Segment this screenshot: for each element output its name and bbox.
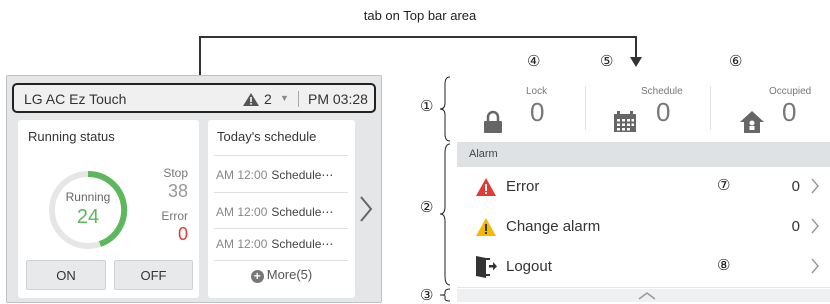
menu-item-error[interactable]: Error 0 <box>457 167 830 208</box>
menu-item-change-alarm[interactable]: Change alarm 0 <box>457 207 830 248</box>
alarm-count: 2 <box>264 91 272 107</box>
lock-value: 0 <box>530 97 545 127</box>
more-link[interactable]: + More(5) <box>208 267 355 283</box>
error-value: 0 <box>177 224 188 244</box>
brace-bracket <box>439 288 451 302</box>
arrow-down-icon <box>630 57 642 67</box>
callout-number: ④ <box>527 53 541 70</box>
connector-line <box>199 36 637 38</box>
menu-item-label: Logout <box>506 258 552 275</box>
callout-number: ③ <box>420 287 434 304</box>
menu-item-logout[interactable]: Logout <box>457 247 830 288</box>
home-icon <box>740 111 764 133</box>
menu-item-label: Change alarm <box>506 218 601 235</box>
card-title: Running status <box>28 129 115 144</box>
callout-number: ① <box>420 98 434 115</box>
menu-item-label: Error <box>506 178 540 195</box>
occupied-label: Occupied <box>769 86 812 97</box>
chevron-right-icon <box>811 178 819 194</box>
divider <box>214 228 348 229</box>
warning-icon <box>476 218 496 236</box>
stop-value: 38 <box>167 181 188 201</box>
callout-number: ⑧ <box>717 257 731 274</box>
callout-number: ⑥ <box>729 53 743 70</box>
alarm-section-header: Alarm <box>457 143 830 167</box>
running-value: 24 <box>76 206 100 228</box>
chevron-right-icon[interactable] <box>358 194 374 224</box>
clock: PM 03:28 <box>308 91 368 107</box>
error-label: Error <box>161 209 188 223</box>
divider <box>214 260 348 261</box>
divider <box>585 86 586 130</box>
connector-line <box>635 36 637 58</box>
plus-icon: + <box>250 270 264 283</box>
lock-icon <box>484 110 502 133</box>
on-button[interactable]: ON <box>26 260 106 290</box>
callout-number: ② <box>420 199 434 216</box>
occupied-value: 0 <box>782 97 797 127</box>
lock-label: Lock <box>526 86 548 97</box>
off-button[interactable]: OFF <box>114 260 193 290</box>
stop-label: Stop <box>163 166 188 180</box>
schedule-time: AM 12:00 <box>216 237 268 251</box>
schedule-time: AM 12:00 <box>216 168 268 182</box>
chevron-up-icon[interactable] <box>637 291 657 301</box>
schedule-row[interactable]: AM 12:00 Schedule⋯ <box>216 168 348 182</box>
error-icon <box>476 178 496 196</box>
menu-item-value: 0 <box>791 218 800 235</box>
caption: tab on Top bar area <box>363 8 477 23</box>
schedule-time: AM 12:00 <box>216 205 268 219</box>
running-label: Running <box>65 190 111 204</box>
warning-icon <box>243 93 259 106</box>
schedule-name: Schedule⋯ <box>271 205 334 219</box>
divider <box>214 192 348 193</box>
chevron-right-icon <box>811 258 819 274</box>
schedule-value: 0 <box>656 97 671 127</box>
menu-item-value: 0 <box>791 178 800 195</box>
divider <box>298 91 299 107</box>
chevron-right-icon <box>811 218 819 234</box>
app-title: LG AC Ez Touch <box>24 91 127 107</box>
top-bar[interactable]: LG AC Ez Touch 2 ▼ PM 03:28 <box>12 83 376 113</box>
caret-down-icon: ▼ <box>280 93 289 103</box>
schedule-row[interactable]: AM 12:00 Schedule⋯ <box>216 237 348 251</box>
callout-number: ⑤ <box>600 53 614 70</box>
divider <box>710 86 711 130</box>
callout-number: ⑦ <box>717 177 731 194</box>
more-label: More(5) <box>266 267 313 282</box>
schedule-row[interactable]: AM 12:00 Schedule⋯ <box>216 205 348 219</box>
schedule-label: Schedule <box>641 86 683 97</box>
alarm-header-label: Alarm <box>469 148 498 160</box>
schedule-name: Schedule⋯ <box>271 168 334 182</box>
brace-bracket <box>439 76 451 142</box>
brace-bracket <box>439 143 451 286</box>
card-title: Today's schedule <box>217 129 317 144</box>
bottom-bar[interactable] <box>457 289 830 302</box>
schedule-name: Schedule⋯ <box>271 237 334 251</box>
logout-icon <box>476 256 497 278</box>
divider <box>214 155 348 156</box>
calendar-icon <box>614 111 636 132</box>
